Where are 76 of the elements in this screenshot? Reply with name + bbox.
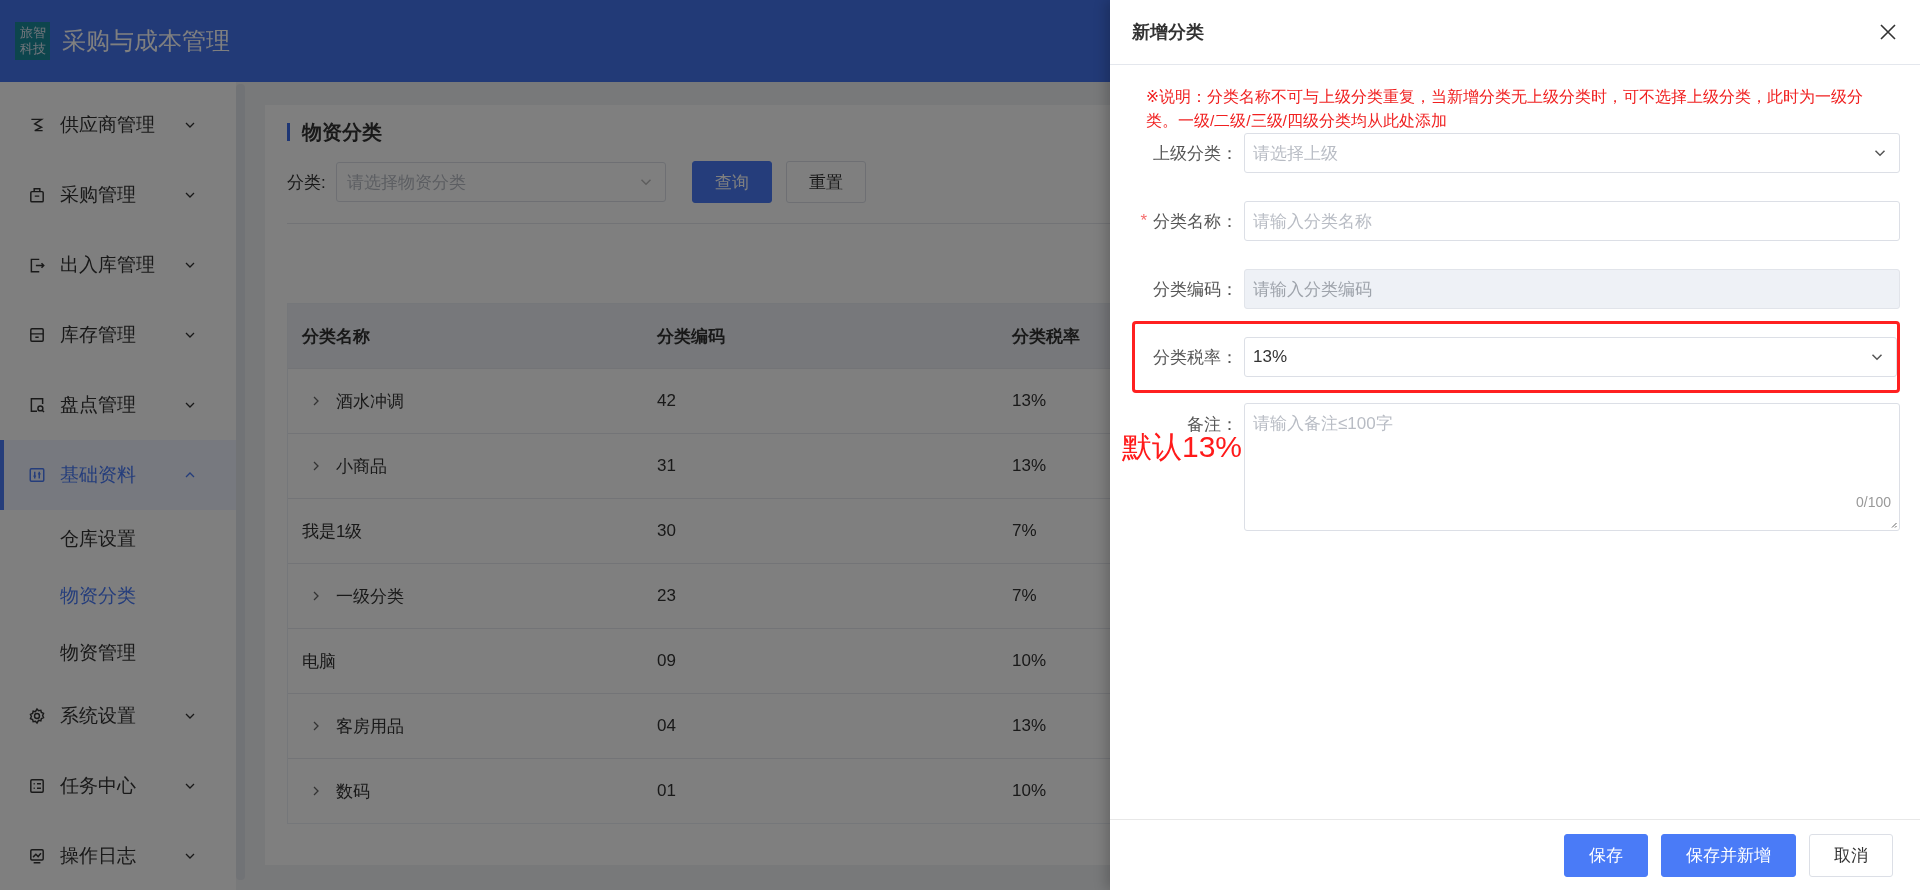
menu-item[interactable]: 出入库管理 xyxy=(0,230,236,300)
table-cell-text: 电脑 xyxy=(302,650,336,673)
menu-item[interactable]: 盘点管理 xyxy=(0,370,236,440)
monitor-chart-icon xyxy=(28,847,46,865)
checklist-icon xyxy=(28,777,46,795)
logo-text: 科技 xyxy=(19,41,46,57)
menu-label: 供应商管理 xyxy=(60,113,156,137)
menu-item[interactable]: 任务中心 xyxy=(0,751,236,821)
table-cell: 10% xyxy=(1012,781,1047,801)
menu-item[interactable]: 操作日志 xyxy=(0,821,236,890)
table-cell: 13% xyxy=(1012,456,1047,476)
instruction-note: ※说明：分类名称不可与上级分类重复，当新增分类无上级分类时，可不选择上级分类，此时为一级分类。一级/二级/三级/四级分类均从此处添加 xyxy=(1145,87,1864,131)
table-cell-text: 数码 xyxy=(336,780,370,803)
title-accent-bar xyxy=(287,123,290,141)
drawer-title: 新增分类 xyxy=(1132,21,1204,44)
table-cell: 7% xyxy=(1012,521,1037,541)
save-and-add-button[interactable]: 保存并新增 xyxy=(1661,833,1796,877)
field-label: 备注： xyxy=(1187,414,1238,436)
menu-label: 基础资料 xyxy=(60,463,137,487)
submenu-item[interactable]: 物资分类 xyxy=(0,567,236,624)
close-icon[interactable] xyxy=(1878,22,1898,42)
menu-label: 库存管理 xyxy=(60,323,137,347)
field-label: 分类税率： xyxy=(1153,346,1238,369)
table-cell: 31 xyxy=(657,456,676,476)
menu-item[interactable]: 库存管理 xyxy=(0,300,236,370)
submenu-item[interactable]: 物资管理 xyxy=(0,624,236,681)
table-cell-text: 我是1级 xyxy=(302,520,363,543)
menu-item[interactable]: 基础资料 xyxy=(0,440,236,510)
textarea-field[interactable]: 请输入备注≤100字 0/100 xyxy=(1244,403,1900,531)
menu-label: 采购管理 xyxy=(60,183,137,207)
submenu-item[interactable]: 仓库设置 xyxy=(0,510,236,567)
menu-label: 出入库管理 xyxy=(60,253,156,277)
table-cell: 04 xyxy=(657,716,676,736)
document-search-icon xyxy=(28,396,46,414)
select-field[interactable]: 13% xyxy=(1244,337,1897,377)
table-cell: 7% xyxy=(1012,586,1037,606)
sliders-icon xyxy=(28,466,46,484)
menu-label: 盘点管理 xyxy=(60,393,137,417)
cancel-button[interactable]: 取消 xyxy=(1809,833,1893,877)
column-header: 分类税率 xyxy=(1011,325,1081,348)
column-header: 分类名称 xyxy=(301,325,371,348)
menu-label: 任务中心 xyxy=(60,774,137,798)
table-cell-text: 一级分类 xyxy=(336,585,404,608)
page-title: 物资分类 xyxy=(302,119,382,145)
menu-item[interactable]: 供应商管理 xyxy=(0,90,236,160)
logo-text: 旅智 xyxy=(19,25,46,41)
query-button[interactable]: 查询 xyxy=(691,161,772,203)
field-label: 分类编码： xyxy=(1153,278,1238,301)
menu-item[interactable]: 系统设置 xyxy=(0,681,236,751)
table-cell: 01 xyxy=(657,781,676,801)
table-cell: 23 xyxy=(657,586,676,606)
column-header: 分类编码 xyxy=(656,325,726,348)
table-cell: 13% xyxy=(1012,391,1047,411)
menu-item[interactable]: 采购管理 xyxy=(0,160,236,230)
table-cell: 10% xyxy=(1012,651,1047,671)
table-cell: 42 xyxy=(657,391,676,411)
settings-icon xyxy=(28,707,46,725)
cabinet-icon xyxy=(28,326,46,344)
table-cell-text: 客房用品 xyxy=(336,715,404,738)
field-label: 分类名称： xyxy=(1153,210,1238,233)
exit-door-icon xyxy=(28,256,46,274)
table-cell: 30 xyxy=(657,521,676,541)
filter-label: 分类: xyxy=(287,171,326,194)
menu-label: 操作日志 xyxy=(60,844,137,868)
menu-label: 系统设置 xyxy=(60,704,137,728)
character-counter: 0/100 xyxy=(1855,494,1891,510)
reset-button[interactable]: 重置 xyxy=(785,161,866,203)
table-cell-text: 酒水冲调 xyxy=(336,390,404,413)
table-cell: 09 xyxy=(657,651,676,671)
save-button[interactable]: 保存 xyxy=(1564,833,1648,877)
table-cell: 13% xyxy=(1012,716,1047,736)
table-cell-text: 小商品 xyxy=(336,455,387,478)
bag-icon xyxy=(28,186,46,204)
field-label: 上级分类： xyxy=(1153,142,1238,165)
app-title: 采购与成本管理 xyxy=(62,26,230,56)
required-mark: * xyxy=(1140,211,1147,231)
